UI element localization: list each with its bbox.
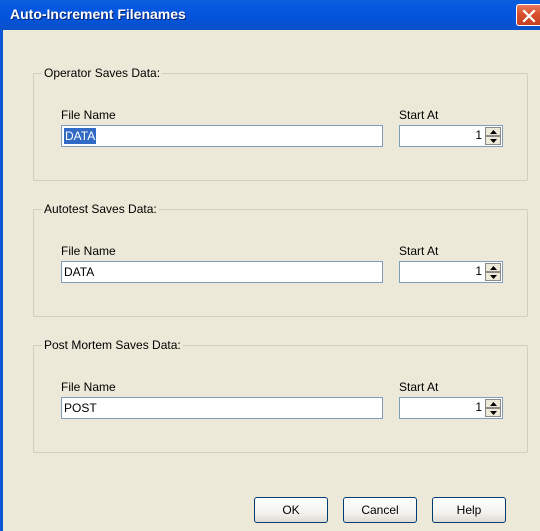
group-legend: Autotest Saves Data: bbox=[42, 202, 159, 216]
spin-up-button[interactable] bbox=[485, 263, 501, 272]
title-bar[interactable]: Auto-Increment Filenames bbox=[0, 0, 540, 30]
start-at-value: 1 bbox=[475, 264, 482, 278]
spin-up-button[interactable] bbox=[485, 127, 501, 136]
start-at-label: Start At bbox=[399, 108, 439, 122]
file-name-label: File Name bbox=[61, 108, 116, 122]
start-at-value: 1 bbox=[475, 128, 482, 142]
autotest-start-at-spinbox[interactable]: 1 bbox=[399, 261, 503, 283]
window-left-border bbox=[0, 30, 3, 531]
cancel-button[interactable]: Cancel bbox=[343, 497, 417, 523]
start-at-label: Start At bbox=[399, 380, 439, 394]
spin-down-button[interactable] bbox=[485, 136, 501, 145]
file-name-label: File Name bbox=[61, 380, 116, 394]
spin-arrows bbox=[485, 399, 501, 417]
spin-down-button[interactable] bbox=[485, 408, 501, 417]
operator-file-name-input[interactable]: DATA bbox=[61, 125, 383, 147]
autotest-file-name-input[interactable]: DATA bbox=[61, 261, 383, 283]
spin-arrows bbox=[485, 263, 501, 281]
group-legend: Operator Saves Data: bbox=[42, 66, 163, 80]
group-legend: Post Mortem Saves Data: bbox=[42, 338, 183, 352]
group-operator-saves-data: Operator Saves Data: File Name DATA Star… bbox=[33, 66, 528, 181]
spin-down-button[interactable] bbox=[485, 272, 501, 281]
dialog-window: Auto-Increment Filenames Operator Saves … bbox=[0, 0, 540, 531]
file-name-value: DATA bbox=[64, 128, 97, 144]
post-mortem-start-at-spinbox[interactable]: 1 bbox=[399, 397, 503, 419]
start-at-value: 1 bbox=[475, 400, 482, 414]
help-button[interactable]: Help bbox=[432, 497, 506, 523]
post-mortem-file-name-input[interactable]: POST bbox=[61, 397, 383, 419]
window-title: Auto-Increment Filenames bbox=[10, 6, 186, 22]
file-name-value: POST bbox=[64, 401, 97, 415]
start-at-label: Start At bbox=[399, 244, 439, 258]
spin-arrows bbox=[485, 127, 501, 145]
group-post-mortem-saves-data: Post Mortem Saves Data: File Name POST S… bbox=[33, 338, 528, 453]
file-name-label: File Name bbox=[61, 244, 116, 258]
group-autotest-saves-data: Autotest Saves Data: File Name DATA Star… bbox=[33, 202, 528, 317]
close-button[interactable] bbox=[516, 4, 540, 26]
spin-up-button[interactable] bbox=[485, 399, 501, 408]
file-name-value: DATA bbox=[64, 265, 95, 279]
operator-start-at-spinbox[interactable]: 1 bbox=[399, 125, 503, 147]
ok-button[interactable]: OK bbox=[254, 497, 328, 523]
